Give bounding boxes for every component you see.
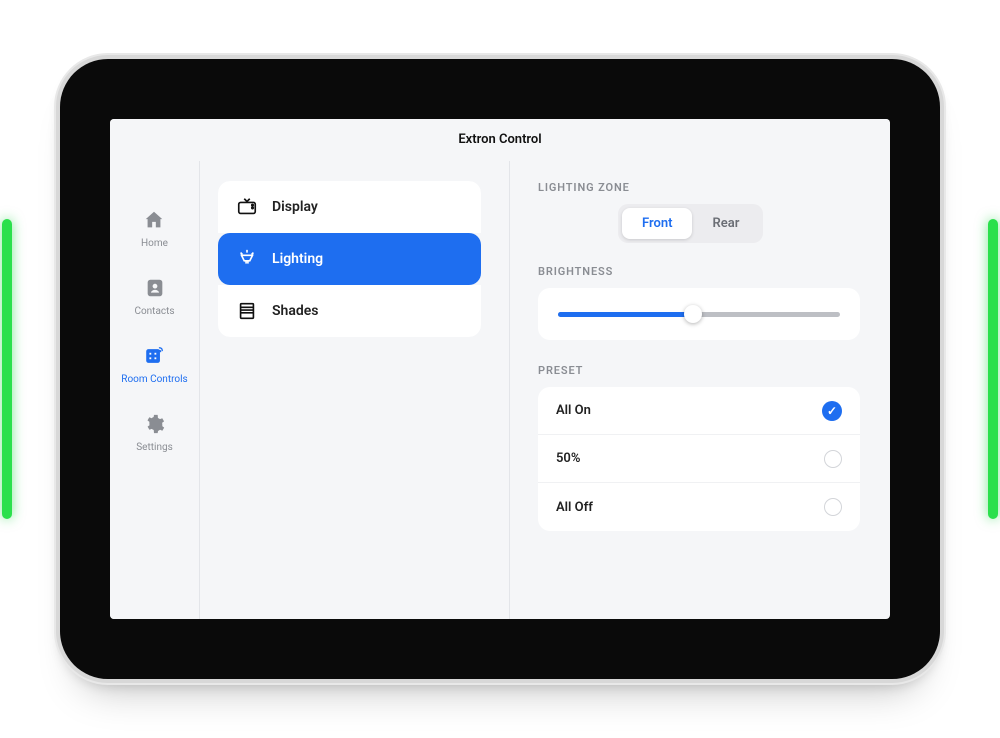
sidenav-item-room-controls[interactable]: Room Controls	[121, 345, 187, 385]
slider-thumb[interactable]	[684, 305, 702, 323]
device-frame: Extron Control Home Contacts	[60, 59, 940, 679]
settings-icon	[143, 413, 165, 438]
screen: Extron Control Home Contacts	[110, 119, 890, 619]
radio-unselected-icon	[824, 498, 842, 516]
preset-label: 50%	[556, 451, 580, 466]
brightness-slider-card	[538, 288, 860, 340]
preset-label: All On	[556, 403, 591, 418]
preset-all-on[interactable]: All On	[538, 387, 860, 435]
sidenav-label: Settings	[136, 442, 173, 453]
status-led-right	[988, 219, 998, 519]
page-title: Extron Control	[110, 119, 890, 161]
slider-fill	[558, 312, 693, 317]
sidenav-label: Contacts	[134, 306, 174, 317]
zone-section-label: LIGHTING ZONE	[538, 181, 860, 194]
category-label: Display	[272, 199, 318, 215]
preset-section-label: PRESET	[538, 364, 860, 377]
sidenav-label: Home	[141, 238, 168, 249]
categories-column: Display Lighting Shades	[200, 161, 510, 619]
details-column: LIGHTING ZONE Front Rear BRIGHTNESS	[510, 161, 890, 619]
zone-label: Rear	[712, 216, 739, 231]
sidenav-item-contacts[interactable]: Contacts	[134, 277, 174, 317]
status-led-left	[2, 219, 12, 519]
brightness-slider[interactable]	[558, 306, 840, 322]
category-label: Lighting	[272, 251, 323, 267]
categories-card: Display Lighting Shades	[218, 181, 481, 337]
tv-icon	[236, 196, 258, 218]
sidenav-item-settings[interactable]: Settings	[136, 413, 173, 453]
zone-rear-button[interactable]: Rear	[692, 208, 759, 239]
preset-50[interactable]: 50%	[538, 435, 860, 483]
zone-label: Front	[642, 216, 672, 231]
contacts-icon	[144, 277, 166, 302]
category-display[interactable]: Display	[218, 181, 481, 233]
preset-all-off[interactable]: All Off	[538, 483, 860, 531]
check-icon	[822, 401, 842, 421]
light-icon	[236, 248, 258, 270]
shades-icon	[236, 300, 258, 322]
brightness-section-label: BRIGHTNESS	[538, 265, 860, 278]
preset-card: All On 50% All Off	[538, 387, 860, 531]
preset-label: All Off	[556, 500, 593, 515]
main-area: Home Contacts Room Controls	[110, 161, 890, 619]
category-label: Shades	[272, 303, 319, 319]
room-controls-icon	[143, 345, 165, 370]
sidenav-item-home[interactable]: Home	[141, 209, 168, 249]
home-icon	[143, 209, 165, 234]
radio-unselected-icon	[824, 450, 842, 468]
side-navigation: Home Contacts Room Controls	[110, 161, 200, 619]
category-shades[interactable]: Shades	[218, 285, 481, 337]
sidenav-label: Room Controls	[121, 374, 187, 385]
category-lighting[interactable]: Lighting	[218, 233, 481, 285]
zone-toggle: Front Rear	[618, 204, 763, 243]
title-text: Extron Control	[458, 132, 541, 147]
zone-front-button[interactable]: Front	[622, 208, 692, 239]
